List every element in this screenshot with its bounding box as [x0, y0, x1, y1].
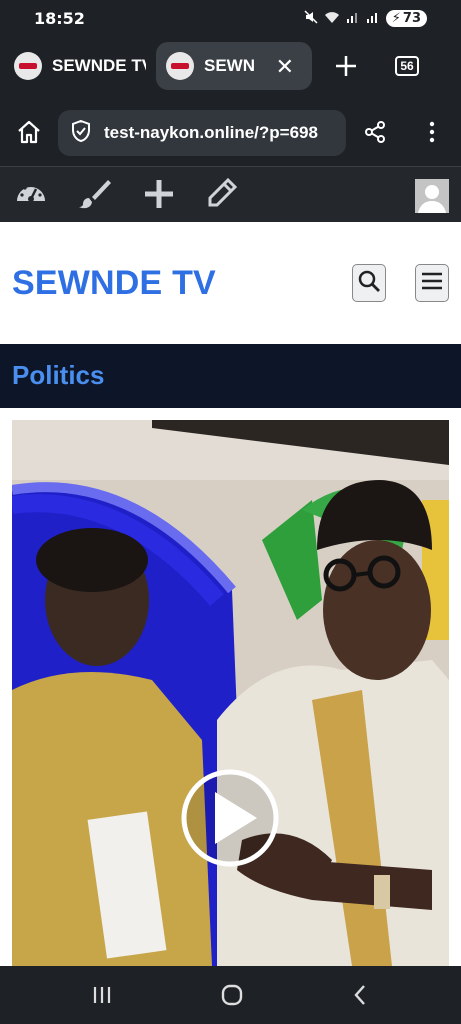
url-field[interactable]: test-naykon.online/?p=698	[58, 110, 346, 156]
url-text: test-naykon.online/?p=698	[104, 123, 318, 142]
signal-icon-2	[366, 10, 380, 27]
tab-item[interactable]: SEWNDE TV	[0, 42, 146, 90]
system-nav-bar	[0, 966, 461, 1024]
site-favicon-icon	[166, 52, 194, 80]
battery-level: 73	[402, 10, 421, 26]
status-time: 18:52	[34, 8, 85, 28]
tab-label: SEWNDE TV	[204, 56, 256, 75]
bolt-icon: ⚡	[391, 10, 401, 26]
video-thumbnail	[12, 420, 449, 966]
video-player[interactable]	[12, 420, 449, 966]
site-title[interactable]: SEWNDE TV	[12, 264, 216, 303]
brush-icon[interactable]	[78, 177, 112, 216]
battery-indicator: ⚡ 73	[385, 9, 427, 27]
tab-item-active[interactable]: SEWNDE TV ✕	[156, 42, 312, 90]
site-header: SEWNDE TV	[0, 222, 461, 344]
close-tab-icon[interactable]: ✕	[276, 54, 294, 80]
back-icon[interactable]	[352, 983, 368, 1012]
site-favicon-icon	[14, 52, 42, 80]
status-bar: 18:52 ⚡ 73	[0, 0, 461, 36]
recent-apps-icon[interactable]	[92, 985, 112, 1010]
home-icon[interactable]	[16, 120, 42, 149]
address-bar: test-naykon.online/?p=698	[0, 98, 461, 166]
search-button[interactable]	[352, 264, 386, 302]
signal-icon	[346, 10, 360, 27]
search-icon	[357, 269, 381, 298]
wifi-icon	[324, 10, 340, 27]
tab-count-button[interactable]: 56	[395, 56, 419, 76]
tab-strip: SEWNDE TV SEWNDE TV ✕ 56	[0, 36, 461, 98]
pencil-icon[interactable]	[206, 177, 238, 214]
new-tab-button[interactable]	[330, 46, 362, 86]
category-title[interactable]: Politics	[12, 360, 104, 391]
home-nav-icon[interactable]	[220, 983, 244, 1012]
plus-icon[interactable]	[142, 177, 176, 216]
status-icons: ⚡ 73	[304, 9, 427, 27]
dashboard-icon[interactable]	[14, 177, 48, 214]
tab-label: SEWNDE TV	[52, 56, 146, 75]
share-icon[interactable]	[363, 120, 387, 149]
menu-icon	[421, 271, 443, 296]
shield-icon[interactable]	[70, 119, 104, 148]
more-icon[interactable]	[428, 120, 436, 149]
user-avatar[interactable]	[415, 179, 449, 213]
admin-toolbar	[0, 166, 461, 222]
category-bar: Politics	[0, 344, 461, 408]
mute-icon	[304, 9, 318, 27]
menu-button[interactable]	[415, 264, 449, 302]
